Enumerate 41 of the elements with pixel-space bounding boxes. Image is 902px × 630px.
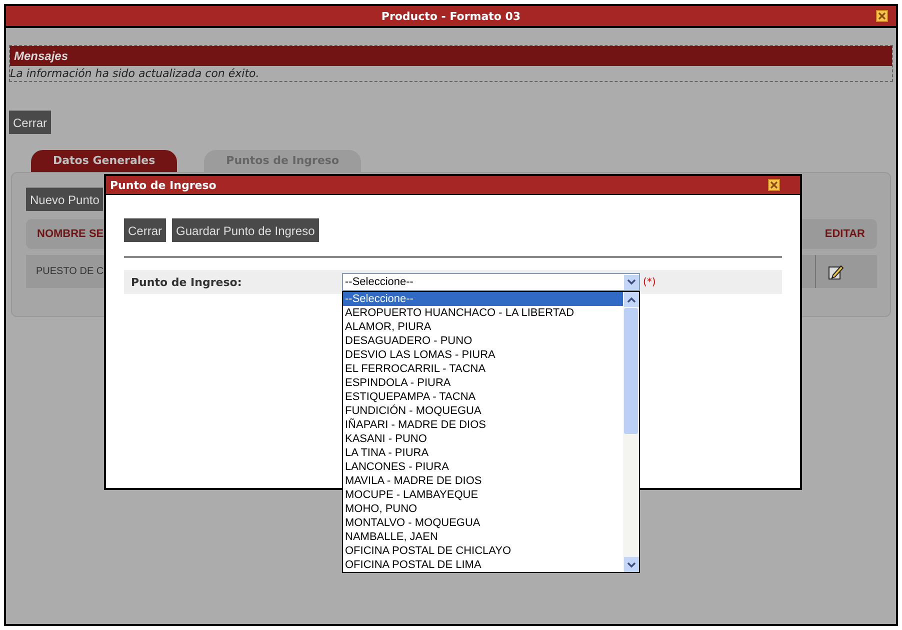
messages-title: Mensajes	[14, 49, 68, 63]
close-button[interactable]: Cerrar	[9, 110, 52, 134]
new-button[interactable]: Nuevo Punto	[26, 187, 104, 211]
close-icon[interactable]	[768, 179, 780, 191]
dialog-button[interactable]: Guardar Punto de Ingreso	[172, 218, 319, 242]
dropdown-option[interactable]: --Seleccione--	[343, 292, 623, 306]
dropdown-option[interactable]: DESAGUADERO - PUNO	[343, 334, 623, 348]
edit-icon[interactable]	[828, 264, 844, 280]
select-field[interactable]: --Seleccione--	[342, 273, 640, 291]
dropdown-option[interactable]: ESPINDOLA - PIURA	[343, 376, 623, 390]
dropdown-option[interactable]: MONTALVO - MOQUEGUA	[343, 516, 623, 530]
required-mark: (*)	[643, 276, 656, 288]
dropdown-option[interactable]: LANCONES - PIURA	[343, 460, 623, 474]
dropdown-option[interactable]: OFICINA POSTAL DE LIMA	[343, 558, 623, 572]
message-text: La información ha sido actualizada con éxito.	[10, 66, 260, 81]
dropdown-option[interactable]: MOHO, PUNO	[343, 502, 623, 516]
dropdown-option[interactable]: DESVIO LAS LOMAS - PIURA	[343, 348, 623, 362]
close-icon[interactable]	[876, 10, 888, 22]
dropdown-option[interactable]: EL FERROCARRIL - TACNA	[343, 362, 623, 376]
dropdown-option[interactable]: NAMBALLE, JAEN	[343, 530, 623, 544]
dropdown-option[interactable]: MAVILA - MADRE DE DIOS	[343, 474, 623, 488]
window-title: Producto - Formato 03	[381, 10, 521, 22]
scroll-down-icon[interactable]	[624, 557, 638, 572]
dropdown-option[interactable]: FUNDICIÓN - MOQUEGUA	[343, 404, 623, 418]
column-header: NOMBRE SE	[37, 228, 104, 240]
dropdown-option[interactable]: KASANI - PUNO	[343, 432, 623, 446]
scroll-up-icon[interactable]	[624, 292, 638, 307]
dropdown-option[interactable]: OFICINA POSTAL DE CHICLAYO	[343, 544, 623, 558]
column-header: EDITAR	[824, 228, 865, 240]
dropdown-option[interactable]: ESTIQUEPAMPA - TACNA	[343, 390, 623, 404]
dropdown-option[interactable]: AEROPUERTO HUANCHACO - LA LIBERTAD	[343, 306, 623, 320]
dropdown-option[interactable]: IÑAPARI - MADRE DE DIOS	[343, 418, 623, 432]
dialog-button[interactable]: Cerrar	[124, 218, 166, 242]
dropdown-option[interactable]: LA TINA - PIURA	[343, 446, 623, 460]
field-label: Punto de Ingreso:	[131, 276, 243, 288]
tab[interactable]: Datos Generales	[31, 150, 178, 172]
dialog-title: Punto de Ingreso	[110, 178, 216, 192]
dropdown-option[interactable]: ALAMOR, PIURA	[343, 320, 623, 334]
scrollbar[interactable]	[623, 292, 639, 572]
table-cell: PUESTO DE C	[36, 266, 104, 277]
dropdown-option[interactable]: MOCUPE - LAMBAYEQUE	[343, 488, 623, 502]
